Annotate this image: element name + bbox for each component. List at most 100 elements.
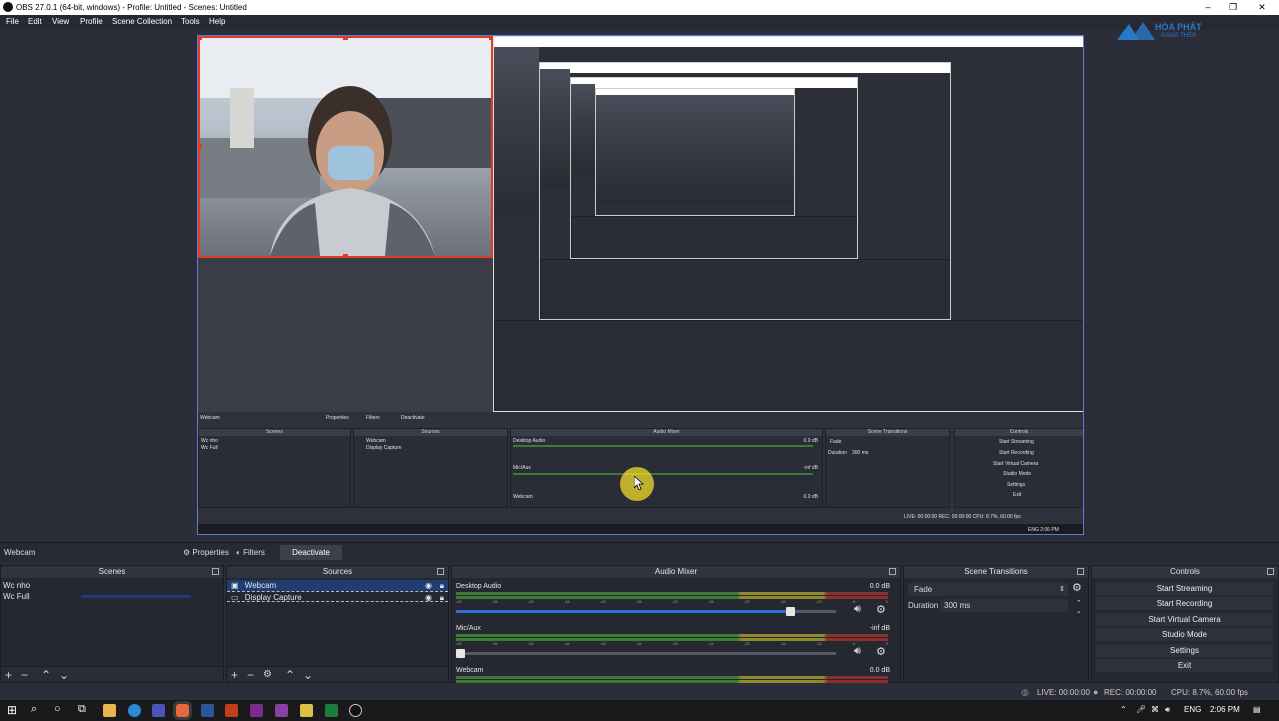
visibility-eye-icon[interactable]: ◉ [425, 580, 432, 591]
duration-input[interactable]: 300 ms [940, 599, 1068, 612]
move-up-icon[interactable]: ⌃ [41, 668, 51, 682]
controls-float-icon[interactable] [1267, 568, 1274, 575]
tick-label: 0 [885, 641, 888, 646]
move-down-icon[interactable]: ⌄ [303, 668, 313, 682]
transitions-float-icon[interactable] [1077, 568, 1084, 575]
windows-start-icon[interactable]: ⊞ [7, 703, 17, 717]
word-icon[interactable] [201, 704, 214, 717]
edge-icon[interactable] [128, 704, 141, 717]
slider-knob[interactable] [456, 649, 465, 658]
transition-select[interactable]: Fade ⇕ [908, 583, 1068, 596]
captured-webcam-frame [494, 47, 539, 217]
channel-gear-icon[interactable]: ⚙ [876, 645, 886, 658]
mixer-title: Audio Mixer [452, 566, 900, 578]
file-explorer-icon[interactable] [103, 704, 116, 717]
excel-icon[interactable] [325, 704, 338, 717]
start-virtual-camera-button[interactable]: Start Virtual Camera [1096, 613, 1273, 626]
clock[interactable]: 2:06 PM [1210, 705, 1240, 714]
slider-knob[interactable] [786, 607, 796, 616]
minimize-button[interactable]: – [1196, 1, 1220, 14]
menu-view[interactable]: View [52, 17, 69, 26]
tick-label: -60 [456, 641, 462, 646]
lock-icon[interactable]: 🔒︎ [440, 592, 444, 603]
onenote-icon[interactable] [275, 704, 288, 717]
menu-tools[interactable]: Tools [181, 17, 200, 26]
menu-edit[interactable]: Edit [28, 17, 42, 26]
tick-label: -25 [707, 599, 714, 604]
visibility-eye-icon[interactable]: ◉ [425, 592, 432, 603]
scenes-float-icon[interactable] [212, 568, 219, 575]
volume-slider[interactable] [456, 649, 836, 658]
move-down-icon[interactable]: ⌄ [59, 668, 69, 682]
settings-button[interactable]: Settings [1096, 644, 1273, 657]
tick-label: -40 [599, 599, 606, 604]
exit-button[interactable]: Exit [1096, 659, 1273, 672]
network-icon[interactable]: ⌘ [1151, 705, 1159, 714]
scene-item[interactable]: Wc nho [1, 580, 223, 591]
app-icon[interactable] [250, 704, 263, 717]
add-scene-icon[interactable]: + [5, 668, 12, 682]
maximize-button[interactable]: ❐ [1221, 1, 1245, 14]
preview-canvas[interactable]: Webcam Properties Filters Deactivate Sce… [197, 35, 1084, 535]
mixer-float-icon[interactable] [889, 568, 896, 575]
source-item-webcam[interactable]: ▣ Webcam ◉ 🔒︎ [227, 580, 448, 591]
sources-float-icon[interactable] [437, 568, 444, 575]
filters-button[interactable]: ◐ Filters [236, 545, 265, 560]
source-settings-gear-icon[interactable]: ⚙ [263, 668, 272, 682]
hoa-phat-logo: HÒA PHÁT GANG THÉP [1117, 20, 1217, 44]
close-button[interactable]: ✕ [1250, 1, 1274, 14]
speaker-mute-icon[interactable]: 🔊︎ [854, 645, 861, 658]
notifications-icon[interactable]: ▤ [1253, 705, 1261, 714]
task-view-icon[interactable]: ⧉ [78, 703, 86, 716]
menu-profile[interactable]: Profile [80, 17, 103, 26]
lock-icon[interactable]: 🔒︎ [440, 580, 444, 591]
language-indicator[interactable]: ENG [1184, 705, 1201, 714]
properties-button[interactable]: ⚙ Properties [183, 545, 229, 560]
controls-panel: Controls Start Streaming Start Recording… [1091, 565, 1279, 683]
duration-stepper-icon[interactable]: ⌃ ⌄ [1076, 599, 1082, 615]
notes-icon[interactable] [300, 704, 313, 717]
channel-gear-icon[interactable]: ⚙ [876, 603, 886, 616]
remove-source-icon[interactable]: − [247, 668, 254, 682]
remove-scene-icon[interactable]: − [21, 668, 28, 682]
channel-db: 0.0 dB [869, 667, 890, 674]
menu-scene-collection[interactable]: Scene Collection [112, 17, 172, 26]
meter-ticks: -60-55-50-45-40-35-30-25-20-15-10-50 [456, 599, 888, 605]
cortana-icon[interactable]: ○ [54, 703, 61, 715]
tray-expand-icon[interactable]: ⌃ [1120, 705, 1127, 714]
duration-label: Duration [908, 601, 939, 610]
volume-icon[interactable]: 🔊︎ [1165, 705, 1170, 715]
speaker-mute-icon[interactable]: 🔊︎ [854, 603, 861, 616]
webcam-source-selected[interactable] [198, 36, 493, 258]
start-streaming-button[interactable]: Start Streaming [1096, 582, 1273, 595]
deactivate-button[interactable]: Deactivate [280, 545, 342, 560]
transition-gear-icon[interactable]: ⚙ [1072, 581, 1082, 594]
search-icon[interactable]: ⌕ [31, 703, 37, 716]
obs-taskbar-icon[interactable] [349, 704, 362, 717]
add-source-icon[interactable]: + [231, 668, 238, 682]
duration-value: 300 ms [944, 601, 971, 610]
powerpoint-icon[interactable] [225, 704, 238, 717]
source-label: Webcam [244, 581, 277, 590]
source-item-display-capture[interactable]: ▭ Display Capture ◉ 🔒︎ [227, 591, 448, 602]
menu-help[interactable]: Help [209, 17, 225, 26]
tick-label: -45 [563, 599, 570, 604]
menu-file[interactable]: File [6, 17, 19, 26]
controls-title: Controls [1092, 566, 1278, 578]
tick-label: -30 [671, 641, 678, 646]
tick-label: -20 [743, 599, 750, 604]
selected-source-label: Webcam [4, 548, 36, 557]
scene-item[interactable]: Wc Full [1, 591, 223, 602]
studio-mode-button[interactable]: Studio Mode [1096, 628, 1273, 641]
volume-meter [456, 676, 888, 679]
nested-dock-source: Webcam [200, 415, 220, 421]
tick-label: -10 [815, 599, 822, 604]
nested-status: LIVE: 00:00:00 REC: 00:00:00 CPU: 8.7%, … [904, 514, 1021, 520]
start-recording-button[interactable]: Start Recording [1096, 597, 1273, 610]
microphone-icon[interactable]: 🎤︎ [1136, 705, 1146, 714]
chat-app-icon[interactable] [176, 704, 189, 717]
scenes-panel: Scenes Wc nho Wc Full + − ⌃ ⌄ [0, 565, 224, 683]
move-up-icon[interactable]: ⌃ [285, 668, 295, 682]
volume-slider[interactable] [456, 607, 836, 616]
teams-icon[interactable] [152, 704, 165, 717]
